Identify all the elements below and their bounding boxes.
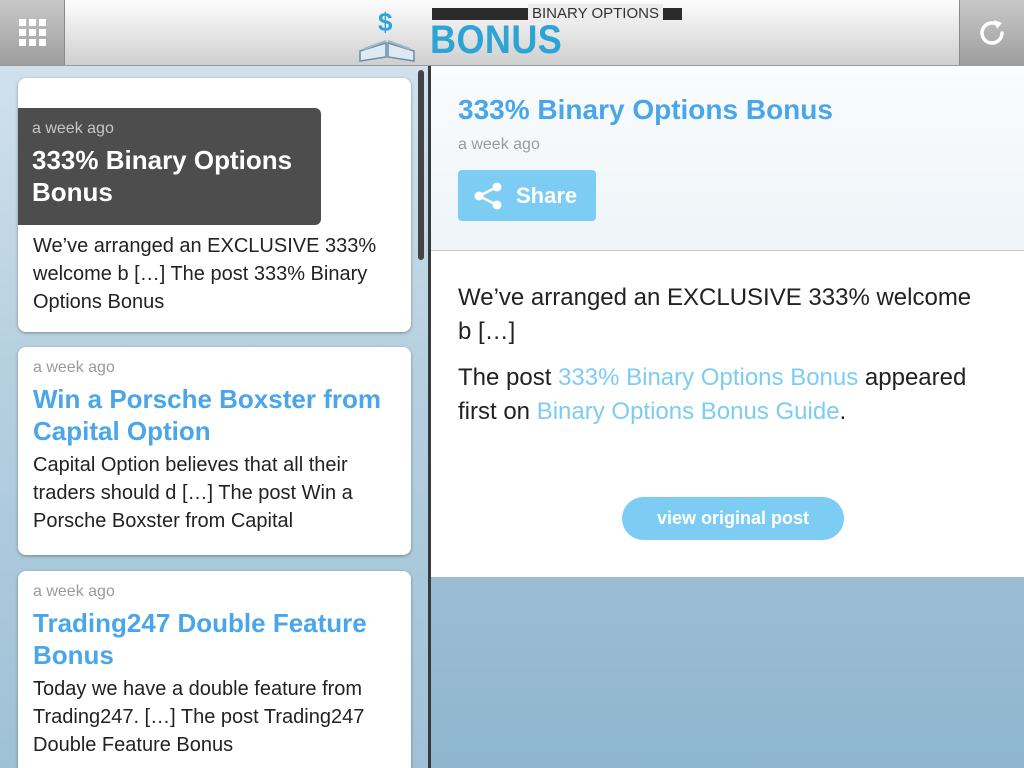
list-item-excerpt: Today we have a double feature from Trad… xyxy=(33,678,365,756)
post-footer-prefix: The post xyxy=(458,364,559,391)
list-item[interactable]: a week ago Win a Porsche Boxster from Ca… xyxy=(18,347,411,555)
post-content: We’ve arranged an EXCLUSIVE 333% welcome… xyxy=(431,251,1024,577)
refresh-icon xyxy=(980,19,1004,45)
post-title: 333% Binary Options Bonus xyxy=(458,94,833,125)
list-item-excerpt: Capital Option believes that all their t… xyxy=(33,454,353,532)
share-label: Share xyxy=(516,182,578,208)
list-scrollbar[interactable] xyxy=(418,70,424,260)
list-item-date: a week ago xyxy=(32,120,114,137)
post-header: 333% Binary Options Bonus a week ago Sha… xyxy=(431,66,1024,251)
selected-title-box: a week ago 333% Binary Options Bonus xyxy=(18,108,321,225)
list-item-title: 333% Binary Options Bonus xyxy=(32,145,293,207)
svg-text:$: $ xyxy=(378,7,393,37)
post-link[interactable]: 333% Binary Options Bonus xyxy=(558,364,858,391)
post-footer-suffix: . xyxy=(839,398,847,425)
list-item[interactable]: a week ago Trading247 Double Feature Bon… xyxy=(18,571,411,768)
menu-button[interactable] xyxy=(0,0,65,65)
app-header: $ BINARY OPTIONS BONUS GUIDE xyxy=(0,0,1024,108)
view-original-post-button[interactable]: view original post xyxy=(622,497,844,540)
app-logo: $ BINARY OPTIONS BONUS GUIDE xyxy=(356,3,686,108)
post-footer-text: The post 333% Binary Options Bonus appea… xyxy=(458,361,978,429)
grid-menu-icon xyxy=(18,19,46,46)
list-item-excerpt: We’ve arranged an EXCLUSIVE 333% welcome… xyxy=(33,235,377,313)
post-date: a week ago xyxy=(458,136,540,153)
list-item-title: Win a Porsche Boxster from Capital Optio… xyxy=(33,384,381,446)
list-item[interactable]: a week ago 333% Binary Options Bonus We’… xyxy=(18,78,411,332)
post-list[interactable]: a week ago 333% Binary Options Bonus We’… xyxy=(0,66,428,768)
site-link[interactable]: Binary Options Bonus Guide xyxy=(537,398,840,425)
list-item-date: a week ago xyxy=(33,583,115,600)
list-item-title: Trading247 Double Feature Bonus xyxy=(33,608,367,670)
share-icon xyxy=(474,182,502,209)
refresh-button[interactable] xyxy=(959,0,1024,65)
book-dollar-icon: $ xyxy=(359,7,415,62)
share-button[interactable]: Share xyxy=(458,170,596,221)
post-paragraph: We’ve arranged an EXCLUSIVE 333% welcome… xyxy=(458,284,972,345)
list-item-date: a week ago xyxy=(33,359,115,376)
